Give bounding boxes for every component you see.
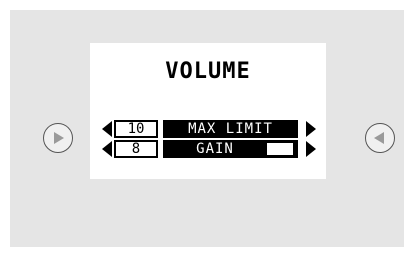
triangle-right-icon	[306, 141, 316, 157]
triangle-right-icon	[306, 121, 316, 137]
device-panel: VOLUME 10 MAX LIMIT 8 GAIN	[10, 10, 404, 247]
previous-button[interactable]	[365, 123, 395, 153]
decrease-gain-button[interactable]	[100, 140, 114, 158]
play-left-icon	[374, 132, 384, 144]
gain-label-bar: GAIN	[163, 140, 298, 158]
triangle-left-icon	[102, 141, 112, 157]
increase-max-limit-button[interactable]	[304, 120, 318, 138]
max-limit-value: 10	[114, 120, 158, 138]
gain-row: 8 GAIN	[90, 140, 326, 158]
gain-label: GAIN	[196, 141, 234, 157]
next-button[interactable]	[43, 123, 73, 153]
max-limit-label: MAX LIMIT	[188, 121, 273, 137]
gain-value: 8	[114, 140, 158, 158]
triangle-left-icon	[102, 121, 112, 137]
display-screen: VOLUME 10 MAX LIMIT 8 GAIN	[90, 43, 326, 179]
increase-gain-button[interactable]	[304, 140, 318, 158]
screen-title: VOLUME	[165, 59, 251, 84]
max-limit-row: 10 MAX LIMIT	[90, 120, 326, 138]
decrease-max-limit-button[interactable]	[100, 120, 114, 138]
gain-level-window	[267, 143, 293, 155]
max-limit-label-bar: MAX LIMIT	[163, 120, 298, 138]
play-right-icon	[54, 132, 64, 144]
